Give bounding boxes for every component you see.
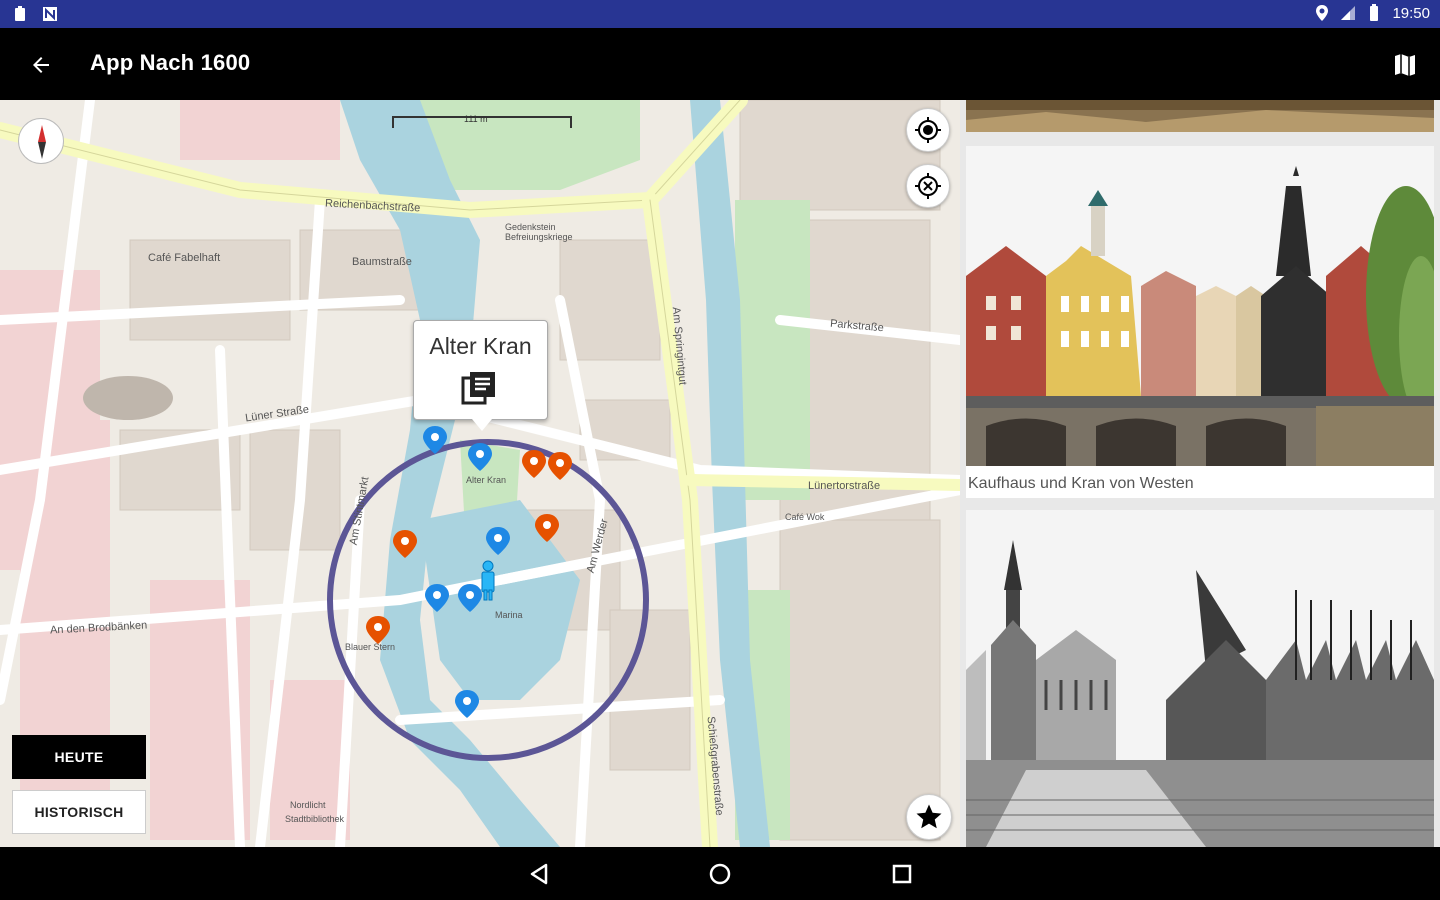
signal-icon: [1341, 6, 1356, 20]
historic-button[interactable]: HISTORISCH: [12, 790, 146, 834]
home-circle-icon: [709, 863, 731, 885]
app-bar: App Nach 1600: [0, 28, 1440, 100]
gallery-panel[interactable]: Kaufhaus und Kran von Westen: [960, 100, 1440, 847]
gallery-image: [966, 100, 1434, 132]
gallery-item[interactable]: Kaufhaus und Kran von Westen: [966, 146, 1440, 498]
clipboard-icon: [15, 6, 25, 21]
blue-marker[interactable]: [468, 443, 492, 471]
location-icon: [1316, 5, 1329, 21]
orange-marker[interactable]: [522, 450, 546, 478]
blue-marker[interactable]: [425, 584, 449, 612]
favorite-button[interactable]: [906, 794, 952, 840]
status-bar: 19:50: [0, 0, 1440, 28]
gallery-caption: Kaufhaus und Kran von Westen: [968, 475, 1194, 492]
clear-location-button[interactable]: [906, 164, 950, 208]
back-button[interactable]: [22, 46, 60, 84]
back-triangle-icon: [530, 863, 548, 885]
orange-marker[interactable]: [393, 530, 417, 558]
orange-marker[interactable]: [535, 514, 559, 542]
orange-marker[interactable]: [548, 452, 572, 480]
status-right: 19:50: [1314, 4, 1430, 22]
map-icon: [1395, 54, 1415, 76]
battery-icon: [1370, 4, 1379, 21]
arrow-back-icon: [33, 57, 49, 73]
gallery-image: [966, 510, 1434, 847]
document-icon[interactable]: [461, 371, 497, 405]
nav-recents-button[interactable]: [887, 859, 917, 889]
blue-marker[interactable]: [455, 690, 479, 718]
user-location-icon: [481, 560, 495, 601]
nav-back-button[interactable]: [524, 859, 554, 889]
status-time: 19:50: [1392, 4, 1430, 22]
blue-marker[interactable]: [423, 426, 447, 454]
nav-home-button[interactable]: [705, 859, 735, 889]
blue-marker[interactable]: [458, 584, 482, 612]
page-title: App Nach 1600: [90, 50, 251, 75]
gallery-item[interactable]: [966, 100, 1434, 132]
n-icon: [43, 7, 57, 21]
orange-marker[interactable]: [366, 616, 390, 644]
compass-icon: [38, 125, 46, 159]
map-toggle-button[interactable]: [1388, 48, 1422, 82]
my-location-button[interactable]: [906, 108, 950, 152]
system-nav-bar: [0, 847, 1440, 900]
map-view[interactable]: Reichenbachstraße Baumstraße Lüner Straß…: [0, 100, 960, 847]
gallery-item[interactable]: [966, 510, 1434, 847]
clear-location-icon: [915, 173, 941, 199]
screen: 19:50 App Nach 1600 Reichenbachstraße Ba…: [0, 0, 1440, 900]
blue-marker[interactable]: [486, 527, 510, 555]
status-left-icons: [12, 5, 58, 23]
compass-button[interactable]: [18, 118, 64, 164]
recents-square-icon: [892, 864, 912, 884]
today-button[interactable]: HEUTE: [12, 735, 146, 779]
gallery-image: [966, 146, 1440, 466]
my-location-icon: [915, 117, 941, 143]
callout-title: Alter Kran: [429, 333, 532, 359]
poi-callout[interactable]: Alter Kran: [413, 320, 548, 431]
star-icon: [916, 804, 942, 829]
